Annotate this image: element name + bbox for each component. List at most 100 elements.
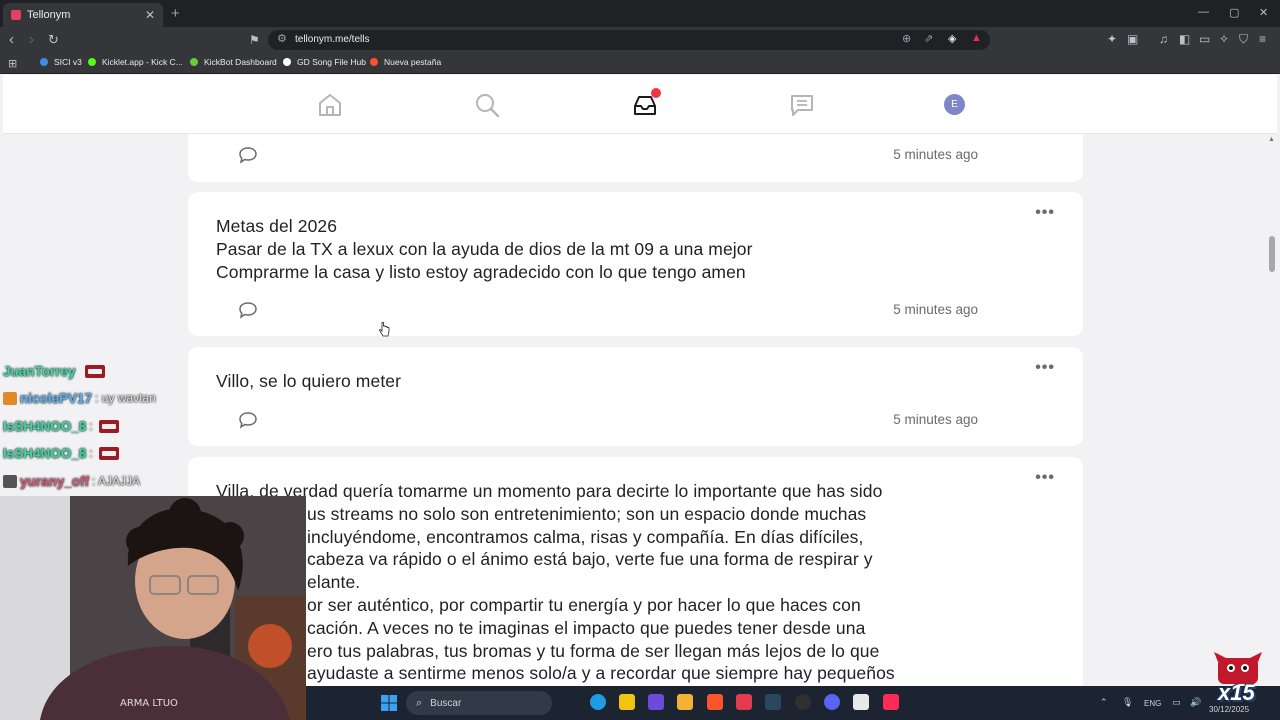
bookmark-item[interactable]: Kicklet.app - Kick C... [88, 57, 183, 67]
media-icon[interactable]: ♫ [1159, 32, 1168, 46]
menu-icon[interactable]: ≡ [1259, 32, 1266, 46]
home-icon[interactable] [317, 92, 343, 118]
reload-icon[interactable]: ↻ [48, 31, 59, 49]
bookmark-label: Nueva pestaña [384, 57, 442, 67]
new-tab-button[interactable]: + [171, 5, 180, 22]
chat-username: IsSH4NOO_8 [3, 418, 87, 434]
page-scrollbar[interactable]: ▲ [1267, 134, 1277, 686]
comment-icon[interactable] [238, 146, 258, 164]
extensions-icon[interactable]: ✦ [1107, 32, 1117, 46]
tab-close-icon[interactable]: ✕ [145, 8, 155, 22]
tab-title: Tellonym [27, 9, 71, 21]
tellonym-favicon-icon [11, 10, 21, 20]
bookmark-label: SICI v3 [54, 57, 82, 67]
chat-username: IsSH4NOO_8 [3, 445, 87, 461]
tell-text: Metas del 2026 Pasar de la TX a lexux co… [216, 215, 753, 283]
taskbar-search[interactable]: ⌕ Buscar [406, 691, 552, 715]
bookmark-favicon-icon [88, 58, 96, 66]
sidebar-icon[interactable]: ◧ [1179, 32, 1190, 46]
tell-line: Villa, de verdad quería tomarme un momen… [216, 481, 883, 501]
brave-icon[interactable] [707, 694, 723, 710]
microphone-icon[interactable]: 🎙 [1122, 697, 1133, 708]
windows-start-icon[interactable] [381, 695, 397, 711]
chat-text: : AJAJJA [92, 474, 141, 488]
bookmark-item[interactable]: GD Song File Hub [283, 57, 366, 67]
scrollbar-thumb[interactable] [1269, 236, 1275, 272]
emote-icon [98, 419, 119, 433]
back-icon[interactable]: ‹ [9, 31, 14, 49]
bookmark-item[interactable]: Nueva pestaña [370, 57, 441, 67]
volume-icon[interactable]: 🔊 [1190, 697, 1201, 708]
chats-icon[interactable] [789, 92, 815, 118]
tell-line: Comprarme la casa y listo estoy agradeci… [216, 261, 746, 282]
apps-grid-icon[interactable]: ⊞ [8, 57, 17, 70]
chat-message: IsSH4NOO_8 : [3, 415, 119, 437]
brave-rewards-icon[interactable]: ▲ [971, 32, 982, 44]
chat-text: : [89, 419, 93, 433]
store-icon[interactable] [619, 694, 635, 710]
emote-icon [98, 446, 119, 460]
tell-line: Pasar de la TX a lexux con la ayuda de d… [216, 238, 753, 259]
bookmark-favicon-icon [283, 58, 291, 66]
forward-icon[interactable]: › [29, 31, 34, 49]
steam-icon[interactable] [765, 694, 781, 710]
network-icon[interactable]: ▭ [1172, 697, 1181, 708]
site-info-icon[interactable]: ⚙ [277, 32, 287, 45]
leo-ai-icon[interactable]: ✧ [1219, 32, 1229, 46]
wallet-icon[interactable]: ▭ [1199, 32, 1210, 46]
close-window-button[interactable]: ✕ [1259, 6, 1268, 19]
tab-search-icon[interactable]: ▣ [1127, 32, 1138, 46]
windows-taskbar: ⌕ Buscar ⌃ 🎙 ENG ▭ 🔊 30/12/2025 [306, 686, 1280, 720]
discord-icon[interactable] [824, 694, 840, 710]
address-bar[interactable]: ⚙ tellonym.me/tells ⊕ ⇗ ◈ ▲ [268, 30, 990, 50]
multiplier-badge: x15 [1218, 680, 1255, 705]
search-placeholder: Buscar [430, 697, 462, 709]
emote-icon [84, 364, 105, 378]
chat-username: yurany_off [20, 473, 90, 489]
notification-dot [651, 88, 661, 98]
minimize-window-button[interactable]: — [1198, 6, 1209, 18]
more-options-icon[interactable]: ••• [1035, 469, 1055, 487]
edge-icon[interactable] [590, 694, 606, 710]
search-icon: ⌕ [416, 696, 423, 709]
tell-line: elante. [307, 572, 361, 593]
url-text[interactable]: tellonym.me/tells [295, 34, 369, 45]
bookmark-item[interactable]: KickBot Dashboard [190, 57, 277, 67]
more-options-icon[interactable]: ••• [1035, 204, 1055, 222]
brave-shields-icon[interactable]: ◈ [948, 32, 956, 45]
vpn-icon[interactable]: ⛉ [1239, 32, 1248, 47]
tell-line: ayudaste a sentirme menos solo/a y a rec… [307, 663, 895, 684]
bookmark-page-icon[interactable]: ⚑ [249, 31, 260, 49]
app-icon[interactable] [736, 694, 752, 710]
tray-chevron-icon[interactable]: ⌃ [1100, 697, 1108, 708]
webcam-overlay: ARMA LTUO [0, 496, 306, 720]
language-indicator[interactable]: ENG [1144, 699, 1161, 708]
search-icon[interactable] [474, 92, 500, 118]
tell-line: Metas del 2026 [216, 216, 338, 236]
comment-icon[interactable] [238, 411, 258, 429]
bookmark-item[interactable]: SICI v3 [40, 57, 82, 67]
chat-username: JuanTorrey [3, 363, 76, 379]
file-explorer-icon[interactable] [677, 694, 693, 710]
chat-text: : [89, 446, 93, 460]
scroll-up-icon[interactable]: ▲ [1268, 136, 1275, 143]
bookmark-label: KickBot Dashboard [204, 57, 277, 67]
hand-cursor-icon [379, 322, 390, 337]
tiktok-icon[interactable] [883, 694, 899, 710]
profile-avatar[interactable]: E [944, 94, 965, 115]
copilot-icon[interactable] [648, 694, 664, 710]
app-icon[interactable] [853, 694, 869, 710]
maximize-window-button[interactable]: ▢ [1229, 6, 1239, 19]
more-options-icon[interactable]: ••• [1035, 359, 1055, 377]
share-icon[interactable]: ⇗ [924, 32, 933, 45]
tell-line: cabeza va rápido o el ánimo está bajo, v… [307, 549, 873, 570]
comment-icon[interactable] [238, 301, 258, 319]
tell-line: ero tus palabras, tus bromas y tu forma … [307, 640, 880, 661]
user-badge-icon [3, 474, 17, 488]
obs-icon[interactable] [795, 694, 811, 710]
tell-text: Villa, de verdad quería tomarme un momen… [216, 480, 895, 685]
tell-timestamp: 5 minutes ago [893, 302, 978, 317]
tell-card: ••• Villa, de verdad quería tomarme un m… [188, 457, 1083, 686]
zoom-icon[interactable]: ⊕ [902, 32, 911, 45]
browser-tab[interactable]: Tellonym ✕ [3, 3, 163, 27]
